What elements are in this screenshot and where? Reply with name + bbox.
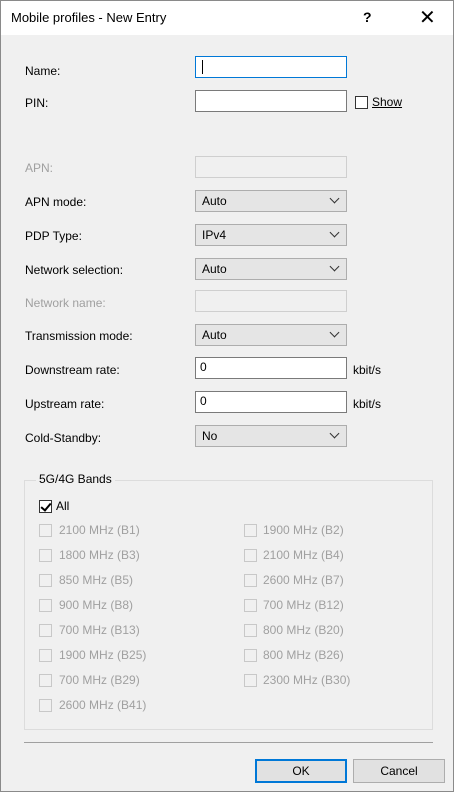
band-label: 2600 MHz (B7) — [263, 573, 344, 587]
footer-separator — [24, 742, 433, 743]
band-checkbox-2600-mhz-b41[interactable] — [39, 699, 52, 712]
band-label: 1900 MHz (B25) — [59, 648, 147, 662]
cold-standby-select[interactable]: No — [195, 425, 347, 447]
band-label: 850 MHz (B5) — [59, 573, 134, 587]
band-checkbox-800-mhz-b26[interactable] — [244, 649, 257, 662]
upstream-rate-input[interactable]: 0 — [195, 391, 347, 413]
band-label: 700 MHz (B29) — [59, 673, 140, 687]
chevron-down-icon — [329, 327, 340, 338]
pin-input[interactable] — [195, 90, 347, 112]
show-pin-label: Show — [372, 95, 403, 109]
chevron-down-icon — [329, 261, 340, 272]
band-checkbox-700-mhz-b13[interactable] — [39, 624, 52, 637]
band-checkbox-700-mhz-b12[interactable] — [244, 599, 257, 612]
transmission-mode-label: Transmission mode: — [25, 329, 133, 343]
show-pin-checkbox[interactable] — [355, 96, 368, 109]
downstream-rate-label: Downstream rate: — [25, 363, 120, 377]
band-label: 900 MHz (B8) — [59, 598, 134, 612]
cancel-button[interactable]: Cancel — [353, 759, 445, 783]
all-bands-label: All — [56, 499, 70, 513]
downstream-rate-input[interactable]: 0 — [195, 357, 347, 379]
apn-mode-select[interactable]: Auto — [195, 190, 347, 212]
text-caret — [202, 60, 203, 74]
band-label: 2300 MHz (B30) — [263, 673, 351, 687]
help-button[interactable]: ? — [363, 9, 372, 25]
band-label: 1900 MHz (B2) — [263, 523, 344, 537]
apn-mode-label: APN mode: — [25, 195, 87, 209]
band-label: 700 MHz (B13) — [59, 623, 140, 637]
all-bands-checkbox[interactable] — [39, 500, 52, 513]
band-checkbox-1800-mhz-b3[interactable] — [39, 549, 52, 562]
band-checkbox-2100-mhz-b4[interactable] — [244, 549, 257, 562]
band-checkbox-900-mhz-b8[interactable] — [39, 599, 52, 612]
band-label: 2100 MHz (B4) — [263, 548, 344, 562]
name-input[interactable] — [195, 56, 347, 78]
upstream-rate-label: Upstream rate: — [25, 397, 105, 411]
cold-standby-value: No — [202, 429, 218, 443]
apn-mode-value: Auto — [202, 194, 227, 208]
close-icon[interactable]: ✕ — [419, 5, 436, 30]
title-bar: Mobile profiles - New Entry ? ✕ — [1, 1, 453, 35]
transmission-mode-select[interactable]: Auto — [195, 324, 347, 346]
downstream-rate-unit: kbit/s — [353, 363, 382, 377]
bands-group-title: 5G/4G Bands — [36, 472, 115, 486]
network-selection-value: Auto — [202, 262, 227, 276]
band-label: 800 MHz (B20) — [263, 623, 344, 637]
window-title: Mobile profiles - New Entry — [11, 10, 167, 25]
pdp-type-label: PDP Type: — [25, 229, 82, 243]
network-selection-label: Network selection: — [25, 263, 124, 277]
band-checkbox-2600-mhz-b7[interactable] — [244, 574, 257, 587]
band-checkbox-800-mhz-b20[interactable] — [244, 624, 257, 637]
band-label: 1800 MHz (B3) — [59, 548, 140, 562]
apn-label: APN: — [25, 161, 54, 175]
transmission-mode-value: Auto — [202, 328, 227, 342]
band-checkbox-1900-mhz-b2[interactable] — [244, 524, 257, 537]
network-name-input[interactable] — [195, 290, 347, 312]
band-checkbox-1900-mhz-b25[interactable] — [39, 649, 52, 662]
network-name-label: Network name: — [25, 296, 106, 310]
ok-button[interactable]: OK — [255, 759, 347, 783]
band-checkbox-850-mhz-b5[interactable] — [39, 574, 52, 587]
band-label: 800 MHz (B26) — [263, 648, 344, 662]
pin-label: PIN: — [25, 96, 49, 110]
name-label: Name: — [25, 64, 61, 78]
pdp-type-value: IPv4 — [202, 228, 227, 242]
band-checkbox-2100-mhz-b1[interactable] — [39, 524, 52, 537]
band-label: 2100 MHz (B1) — [59, 523, 140, 537]
network-selection-select[interactable]: Auto — [195, 258, 347, 280]
band-label: 2600 MHz (B41) — [59, 698, 147, 712]
chevron-down-icon — [329, 193, 340, 204]
band-label: 700 MHz (B12) — [263, 598, 344, 612]
apn-input[interactable] — [195, 156, 347, 178]
upstream-rate-unit: kbit/s — [353, 397, 382, 411]
dialog-window: Mobile profiles - New Entry ? ✕ Name: PI… — [0, 0, 454, 792]
band-checkbox-700-mhz-b29[interactable] — [39, 674, 52, 687]
pdp-type-select[interactable]: IPv4 — [195, 224, 347, 246]
cold-standby-label: Cold-Standby: — [25, 431, 102, 445]
chevron-down-icon — [329, 428, 340, 439]
chevron-down-icon — [329, 227, 340, 238]
band-checkbox-2300-mhz-b30[interactable] — [244, 674, 257, 687]
